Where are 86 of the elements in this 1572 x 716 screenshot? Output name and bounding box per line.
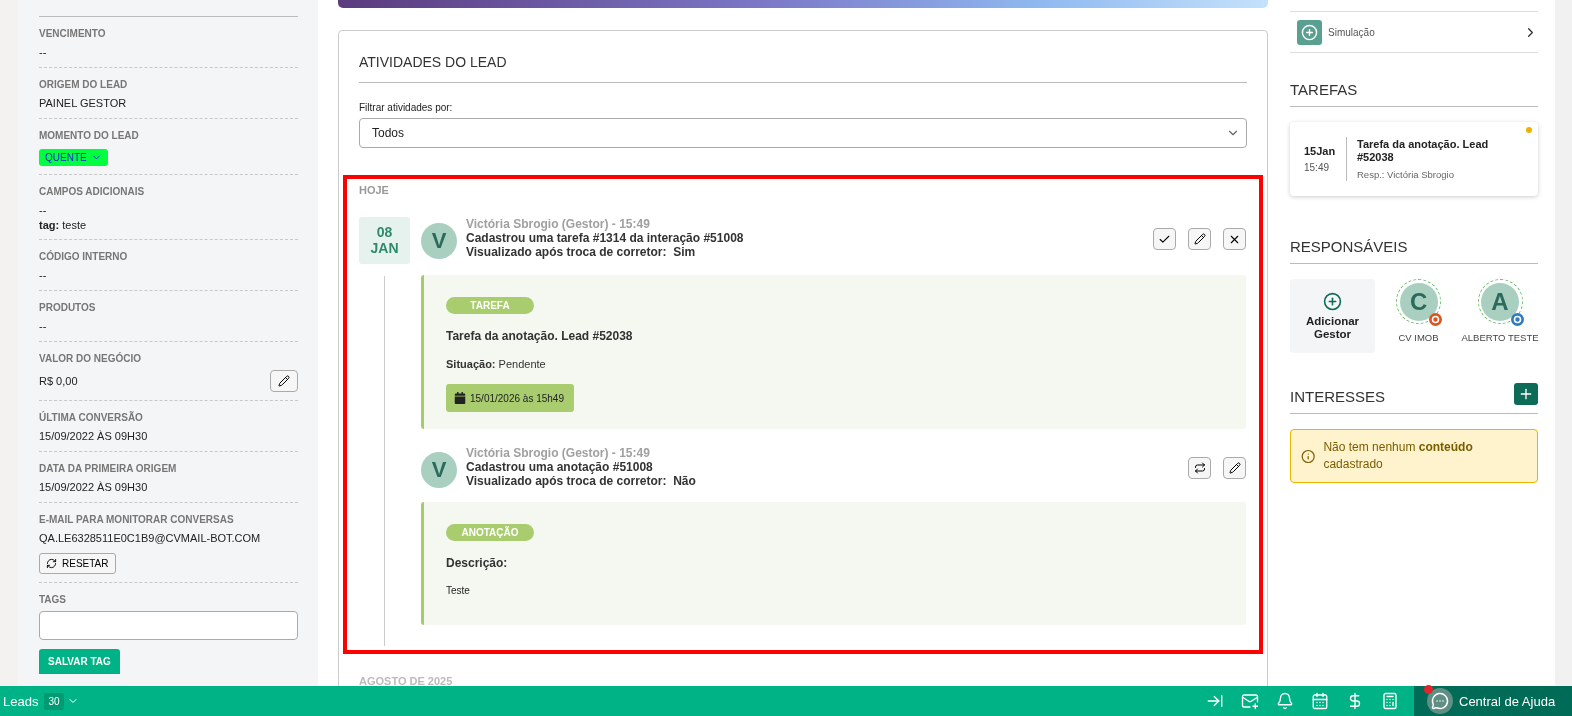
filter-select[interactable]: Todos <box>359 118 1247 148</box>
lead-moment-dropdown[interactable]: QUENTE <box>39 149 108 166</box>
activity-title: Cadastrou uma tarefa #1314 da interação #51008 <box>466 231 745 245</box>
plus-circle-icon <box>1323 291 1343 311</box>
field-value: R$ 0,00 <box>39 374 78 388</box>
field-label: TAGS <box>39 594 68 605</box>
activity-author: Victória Sbrogio (Gestor) - 15:49 <box>466 446 651 460</box>
calendar-icon <box>454 392 466 404</box>
date-badge: 08 JAN <box>359 217 410 264</box>
field-value: -- <box>39 268 48 282</box>
check-button[interactable] <box>1153 228 1176 250</box>
info-icon <box>1301 448 1316 464</box>
field-value: -- <box>39 45 48 59</box>
section-title: RESPONSÁVEIS <box>1290 238 1408 255</box>
pencil-icon <box>278 375 290 387</box>
group-heading: HOJE <box>359 184 390 196</box>
section-title: INTERESSES <box>1290 388 1386 405</box>
close-button[interactable] <box>1223 228 1246 250</box>
field-value: -- <box>39 319 48 333</box>
edit-button[interactable] <box>1223 457 1246 479</box>
card-title: ATIVIDADES DO LEAD <box>359 51 1247 83</box>
refresh-icon <box>46 558 57 569</box>
avatar: V <box>421 452 457 488</box>
edit-button[interactable] <box>1188 228 1211 250</box>
calculator-icon <box>1381 692 1399 710</box>
task-responsible: Resp.: Victória Sbrogio <box>1357 169 1455 180</box>
leads-count: 30 <box>44 692 64 710</box>
field-label: ORIGEM DO LEAD <box>39 79 129 90</box>
task-heading: Tarefa da anotação. Lead #52038 <box>446 329 634 343</box>
type-tag: ANOTAÇÃO <box>446 524 534 541</box>
field-label: MOMENTO DO LEAD <box>39 130 140 141</box>
collapse-icon <box>1206 692 1224 710</box>
field-value: PAINEL GESTOR <box>39 96 128 110</box>
task-status: Situação: Pendente <box>446 358 547 370</box>
field-label: PRODUTOS <box>39 302 97 313</box>
task-day: 15Jan <box>1304 145 1346 157</box>
field-label: VALOR DO NEGÓCIO <box>39 353 143 364</box>
bell-icon <box>1276 692 1294 710</box>
tags-input[interactable] <box>39 611 298 640</box>
field-label: CAMPOS ADICIONAIS <box>39 186 146 197</box>
activity-title: Cadastrou uma anotação #51008 <box>466 460 654 474</box>
field-label: CÓDIGO INTERNO <box>39 251 129 262</box>
field-value: -- <box>39 203 48 217</box>
type-tag: TAREFA <box>446 297 534 314</box>
activity-viewed: Visualizado após troca de corretor: Sim <box>466 245 697 259</box>
section-title: TAREFAS <box>1290 81 1358 98</box>
simulation-item[interactable]: Simulação <box>1290 11 1538 53</box>
transfer-button[interactable] <box>1188 457 1211 479</box>
note-text: Teste <box>446 585 471 596</box>
note-heading: Descrição: <box>446 556 509 570</box>
status-dot <box>1526 127 1532 133</box>
plus-circle-icon <box>1301 24 1318 41</box>
repeat-icon <box>1193 462 1206 474</box>
task-title: Tarefa da anotação. Lead #52038 <box>1357 138 1490 164</box>
person-name: CV IMOB <box>1398 332 1439 343</box>
mail-icon <box>1241 692 1259 710</box>
add-button[interactable] <box>1514 383 1538 405</box>
calendar-icon <box>1311 692 1329 710</box>
pencil-icon <box>1193 233 1206 245</box>
task-card[interactable]: 15Jan 15:49 Tarefa da anotação. Lead #52038 Resp.: Victória Sbrogio <box>1290 122 1538 196</box>
field-value: 15/09/2022 ÀS 09H30 <box>39 429 149 443</box>
chat-icon <box>1431 692 1449 710</box>
pencil-icon <box>1228 462 1241 474</box>
notification-dot <box>1424 685 1433 694</box>
avatar: V <box>421 223 457 259</box>
field-label: ÚLTIMA CONVERSÃO <box>39 412 144 423</box>
leads-label: Leads <box>3 693 39 709</box>
task-time: 15:49 <box>1304 162 1331 173</box>
add-manager-button[interactable]: Adicionar Gestor <box>1290 279 1376 353</box>
field-value: tag: teste <box>39 219 88 231</box>
field-label: E-MAIL PARA MONITORAR CONVERSAS <box>39 514 235 525</box>
notice-text: Não tem nenhum conteúdo cadastrado <box>1323 439 1474 473</box>
edit-button[interactable] <box>270 370 298 392</box>
field-label: VENCIMENTO <box>39 28 107 39</box>
help-button[interactable]: Central de Ajuda <box>1414 686 1572 716</box>
filter-label: Filtrar atividades por: <box>359 102 454 113</box>
field-value: QA.LE6328511E0C1B9@CVMAIL-BOT.COM <box>39 531 262 545</box>
group-heading: AGOSTO DE 2025 <box>359 675 454 686</box>
plus-icon <box>1518 386 1534 402</box>
field-value: 15/09/2022 ÀS 09H30 <box>39 480 149 494</box>
activity-viewed: Visualizado após troca de corretor: Não <box>466 474 697 488</box>
activity-author: Victória Sbrogio (Gestor) - 15:49 <box>466 217 651 231</box>
reset-button[interactable]: RESETAR <box>39 553 116 574</box>
field-label: DATA DA PRIMEIRA ORIGEM <box>39 463 178 474</box>
due-date-chip: 15/01/2026 às 15h49 <box>446 384 574 412</box>
person-name: ALBERTO TESTE <box>1461 332 1539 343</box>
